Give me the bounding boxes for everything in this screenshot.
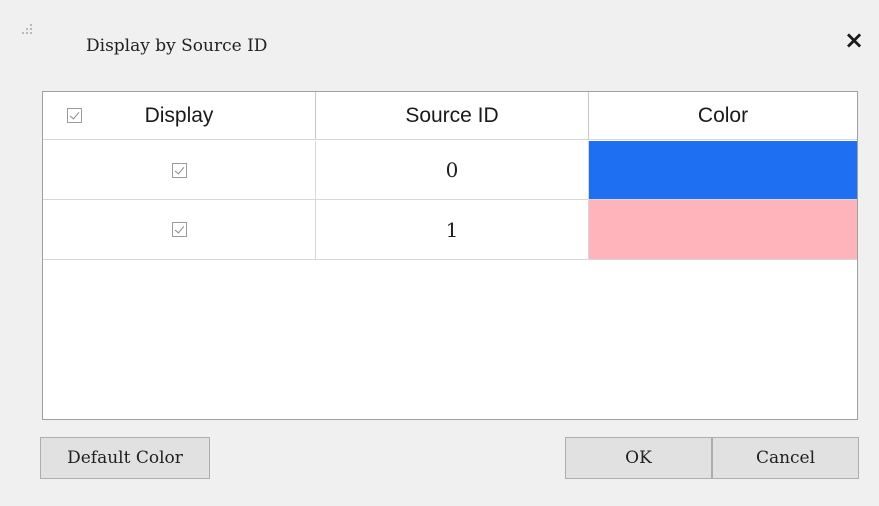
table-row[interactable]: 1 <box>43 200 859 260</box>
ok-button[interactable]: OK <box>565 437 712 479</box>
source-id-cell: 1 <box>316 200 589 260</box>
header-display-label: Display <box>144 103 214 127</box>
header-color[interactable]: Color <box>589 92 857 140</box>
cancel-button[interactable]: Cancel <box>712 437 859 479</box>
table-header-row: Display Source ID Color <box>43 92 859 140</box>
source-id-cell: 0 <box>316 141 589 200</box>
header-display[interactable]: Display <box>43 92 316 140</box>
select-all-checkbox[interactable] <box>67 108 82 123</box>
drag-grip-icon[interactable] <box>18 22 38 42</box>
header-source-id[interactable]: Source ID <box>316 92 589 140</box>
dialog-title: Display by Source ID <box>86 36 268 56</box>
display-checkbox[interactable] <box>171 222 187 237</box>
table-row[interactable]: 0 <box>43 141 859 200</box>
color-swatch[interactable] <box>589 200 857 260</box>
display-checkbox[interactable] <box>171 162 187 178</box>
close-button[interactable]: × <box>834 20 874 60</box>
source-table: Display Source ID Color 0 1 <box>42 91 858 420</box>
display-cell[interactable] <box>43 200 316 260</box>
color-swatch[interactable] <box>589 141 857 200</box>
display-cell[interactable] <box>43 141 316 200</box>
default-color-button[interactable]: Default Color <box>40 437 210 479</box>
